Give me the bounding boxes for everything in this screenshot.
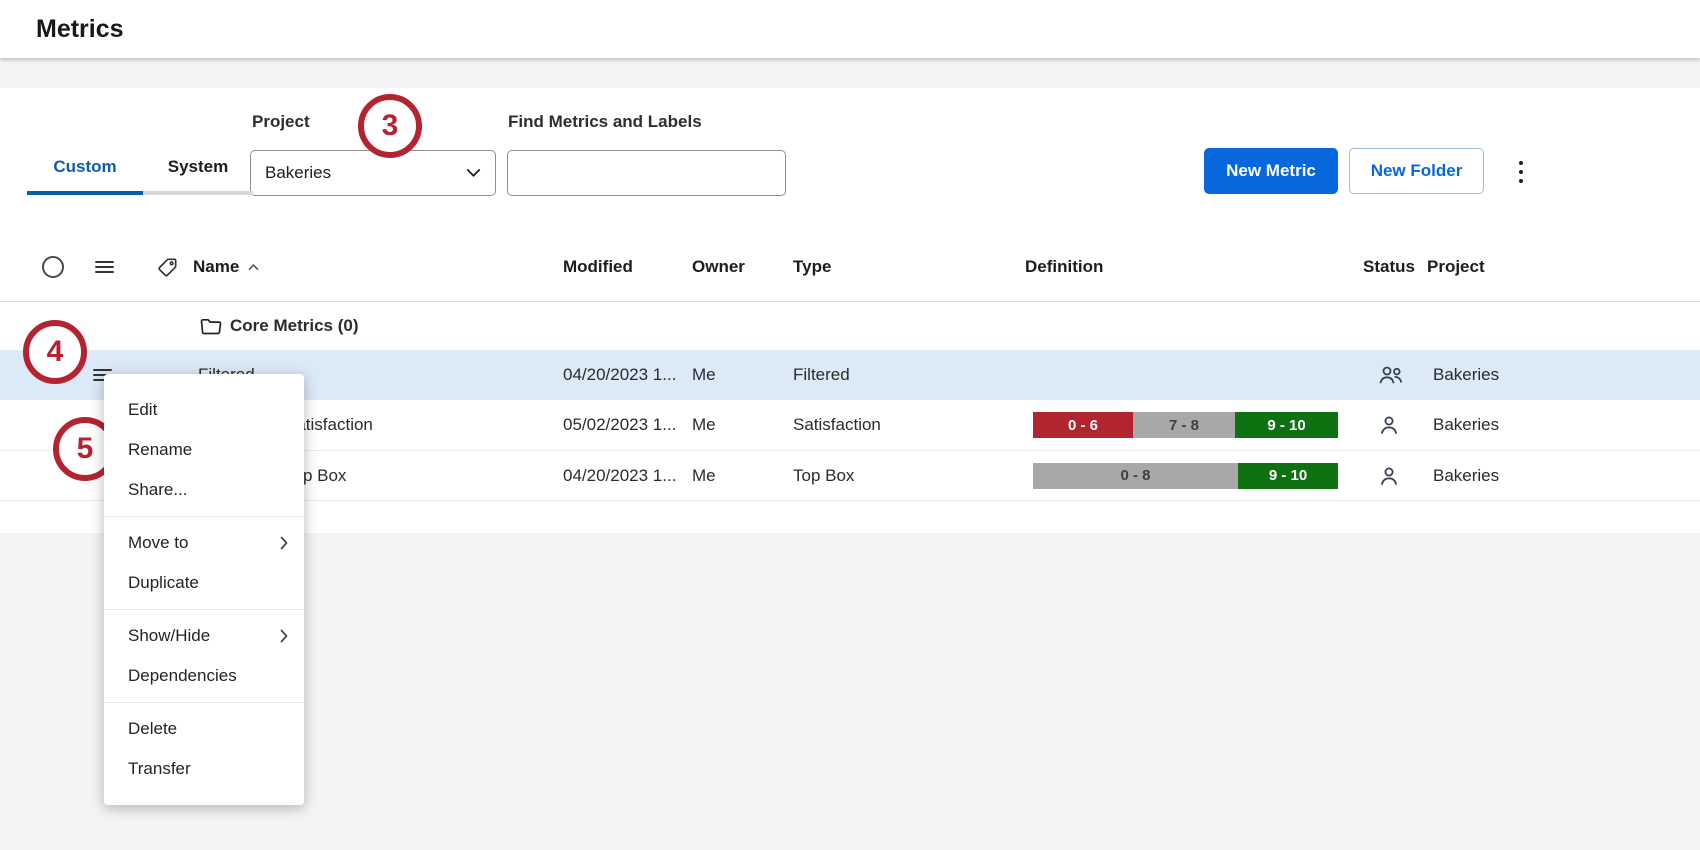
project-select-value: Bakeries bbox=[265, 163, 331, 183]
more-options-button[interactable] bbox=[1506, 150, 1536, 194]
chevron-right-icon bbox=[280, 629, 288, 643]
folder-name: Core Metrics (0) bbox=[230, 302, 358, 350]
metric-project: Bakeries bbox=[1433, 400, 1499, 450]
menu-group: Delete Transfer bbox=[104, 702, 304, 795]
menu-group: Move to Duplicate bbox=[104, 516, 304, 609]
menu-group: Show/Hide Dependencies bbox=[104, 609, 304, 702]
column-header-status[interactable]: Status bbox=[1363, 233, 1415, 301]
menu-item-dependencies[interactable]: Dependencies bbox=[104, 656, 304, 696]
chevron-right-icon bbox=[280, 536, 288, 550]
shared-status-icon bbox=[1377, 363, 1405, 387]
menu-item-share[interactable]: Share... bbox=[104, 470, 304, 510]
metric-modified: 04/20/2023 1... bbox=[563, 451, 676, 500]
definition-bar: 0 - 89 - 10 bbox=[1033, 451, 1338, 500]
status-cell bbox=[1377, 400, 1401, 450]
metric-project: Bakeries bbox=[1433, 451, 1499, 500]
row-context-menu: Edit Rename Share... Move to Duplicate S… bbox=[104, 374, 304, 805]
tab-bar: Custom System bbox=[27, 143, 253, 199]
page-title: Metrics bbox=[36, 0, 124, 58]
menu-item-rename[interactable]: Rename bbox=[104, 430, 304, 470]
menu-item-transfer[interactable]: Transfer bbox=[104, 749, 304, 789]
top-bar: Metrics bbox=[0, 0, 1700, 58]
metric-owner: Me bbox=[692, 350, 716, 400]
folder-row[interactable]: Core Metrics (0) bbox=[0, 302, 1700, 350]
column-header-type[interactable]: Type bbox=[793, 233, 831, 301]
private-status-icon bbox=[1377, 464, 1401, 488]
annotation-circle-3: 3 bbox=[358, 94, 422, 158]
menu-item-edit[interactable]: Edit bbox=[104, 390, 304, 430]
reorder-column-icon bbox=[95, 233, 114, 301]
search-input[interactable] bbox=[507, 150, 786, 196]
menu-item-move-to[interactable]: Move to bbox=[104, 523, 304, 563]
circle-checkbox-icon bbox=[42, 256, 64, 278]
metric-modified: 04/20/2023 1... bbox=[563, 350, 676, 400]
project-label: Project bbox=[252, 112, 310, 132]
private-status-icon bbox=[1377, 413, 1401, 437]
metric-project: Bakeries bbox=[1433, 350, 1499, 400]
search-label: Find Metrics and Labels bbox=[508, 112, 702, 132]
definition-bar: 0 - 67 - 89 - 10 bbox=[1033, 400, 1338, 450]
column-header-definition[interactable]: Definition bbox=[1025, 233, 1103, 301]
menu-group: Edit Rename Share... bbox=[104, 384, 304, 516]
chevron-down-icon bbox=[466, 168, 481, 178]
annotation-circle-4: 4 bbox=[23, 320, 87, 384]
status-cell bbox=[1377, 451, 1401, 500]
tab-system[interactable]: System bbox=[143, 143, 253, 195]
metric-owner: Me bbox=[692, 400, 716, 450]
column-header-name[interactable]: Name bbox=[193, 233, 259, 301]
sort-ascending-icon bbox=[248, 263, 259, 271]
menu-item-show-hide[interactable]: Show/Hide bbox=[104, 616, 304, 656]
column-header-project[interactable]: Project bbox=[1427, 233, 1485, 301]
column-header-modified[interactable]: Modified bbox=[563, 233, 633, 301]
column-header-owner[interactable]: Owner bbox=[692, 233, 745, 301]
metric-type: Satisfaction bbox=[793, 400, 881, 450]
status-cell bbox=[1377, 350, 1405, 400]
select-all-checkbox[interactable] bbox=[42, 233, 64, 301]
metric-owner: Me bbox=[692, 451, 716, 500]
table-header: Name Modified Owner Type Definition Stat… bbox=[0, 233, 1700, 302]
tag-icon bbox=[156, 233, 179, 301]
metric-type: Top Box bbox=[793, 451, 854, 500]
project-select[interactable]: Bakeries bbox=[250, 150, 496, 196]
metric-modified: 05/02/2023 1... bbox=[563, 400, 676, 450]
menu-item-duplicate[interactable]: Duplicate bbox=[104, 563, 304, 603]
menu-item-delete[interactable]: Delete bbox=[104, 709, 304, 749]
metrics-page: Metrics Custom System Project Bakeries F… bbox=[0, 0, 1700, 850]
tab-custom[interactable]: Custom bbox=[27, 143, 143, 195]
folder-icon bbox=[200, 302, 222, 350]
new-folder-button[interactable]: New Folder bbox=[1349, 148, 1484, 194]
new-metric-button[interactable]: New Metric bbox=[1204, 148, 1338, 194]
metric-type: Filtered bbox=[793, 350, 850, 400]
